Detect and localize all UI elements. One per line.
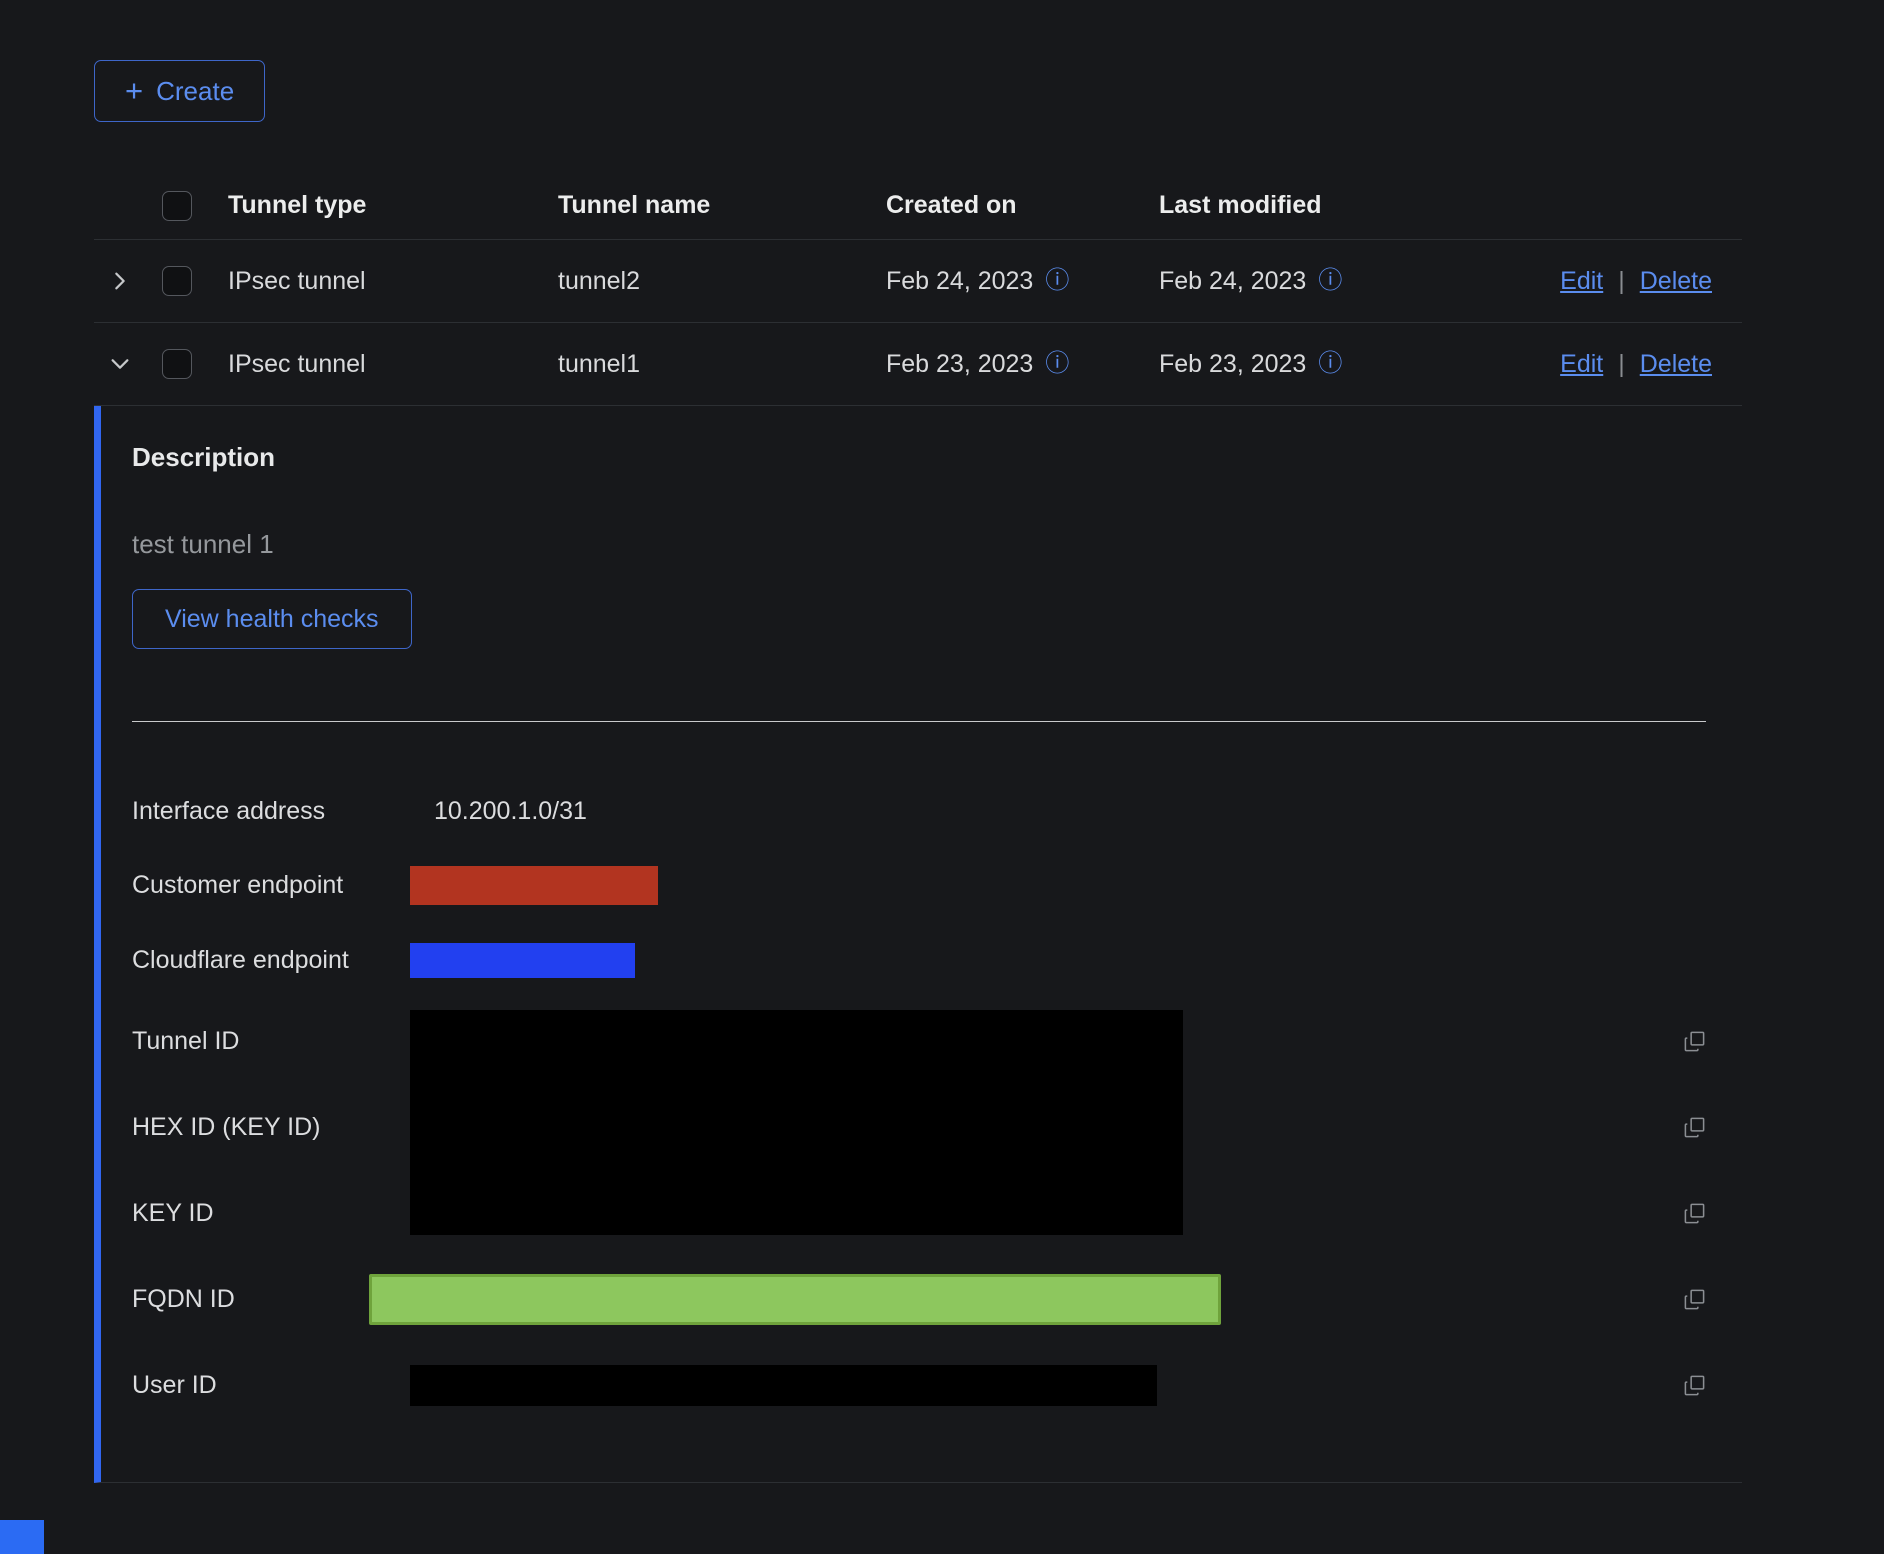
delete-link[interactable]: Delete xyxy=(1640,267,1712,296)
info-icon[interactable]: ⓘ xyxy=(1318,352,1342,376)
field-label: User ID xyxy=(132,1371,410,1400)
tunnel-type-cell: IPsec tunnel xyxy=(208,267,538,296)
create-button-label: Create xyxy=(156,76,234,107)
row-checkbox[interactable] xyxy=(162,349,192,379)
created-on-cell: Feb 24, 2023 xyxy=(886,267,1033,296)
copy-key-id-button[interactable] xyxy=(1683,1202,1706,1225)
collapse-row-button[interactable] xyxy=(109,353,131,375)
tunnel-detail-panel: Description test tunnel 1 View health ch… xyxy=(94,406,1742,1483)
field-label: Customer endpoint xyxy=(132,871,410,900)
field-label: Interface address xyxy=(132,797,410,826)
edit-link[interactable]: Edit xyxy=(1560,350,1603,379)
redacted-cloudflare-endpoint-block xyxy=(410,943,635,978)
row-checkbox[interactable] xyxy=(162,266,192,296)
field-row-cloudflare-endpoint: Cloudflare endpoint xyxy=(132,922,1706,998)
copy-fqdn-id-button[interactable] xyxy=(1683,1288,1706,1311)
description-heading: Description xyxy=(132,442,1706,473)
field-row-fqdn-id: FQDN ID xyxy=(132,1256,1706,1342)
field-row-customer-endpoint: Customer endpoint xyxy=(132,848,1706,922)
tunnel-type-cell: IPsec tunnel xyxy=(208,350,538,379)
redacted-customer-endpoint-block xyxy=(410,866,658,905)
last-modified-cell: Feb 23, 2023 xyxy=(1159,350,1306,379)
copy-icon xyxy=(1683,1030,1706,1053)
actions-separator: | xyxy=(1618,267,1625,296)
copy-user-id-button[interactable] xyxy=(1683,1374,1706,1397)
last-modified-cell: Feb 24, 2023 xyxy=(1159,267,1306,296)
table-row-tunnel2: IPsec tunnel tunnel2 Feb 24, 2023 ⓘ Feb … xyxy=(94,240,1742,323)
copy-hex-id-button[interactable] xyxy=(1683,1116,1706,1139)
copy-icon xyxy=(1683,1374,1706,1397)
tunnel-name-cell: tunnel2 xyxy=(538,267,866,296)
plus-icon: + xyxy=(125,75,143,106)
field-label: Tunnel ID xyxy=(132,998,410,1084)
copy-tunnel-id-button[interactable] xyxy=(1683,1030,1706,1053)
redacted-ids-block xyxy=(410,1010,1183,1235)
copy-icon xyxy=(1683,1116,1706,1139)
field-label: KEY ID xyxy=(132,1170,410,1256)
table-header-row: Tunnel type Tunnel name Created on Last … xyxy=(94,172,1742,240)
chevron-down-icon xyxy=(109,353,131,375)
field-label: HEX ID (KEY ID) xyxy=(132,1084,410,1170)
field-group-ids: Tunnel ID HEX ID (KEY ID) KEY ID xyxy=(132,998,1706,1256)
copy-icon xyxy=(1683,1288,1706,1311)
redacted-user-id-block xyxy=(410,1365,1157,1406)
field-label: Cloudflare endpoint xyxy=(132,946,410,975)
info-icon[interactable]: ⓘ xyxy=(1318,269,1342,293)
field-row-interface-address: Interface address 10.200.1.0/31 xyxy=(132,774,1706,848)
tunnels-table: Tunnel type Tunnel name Created on Last … xyxy=(94,172,1742,406)
field-row-user-id: User ID xyxy=(132,1342,1706,1428)
create-button[interactable]: + Create xyxy=(94,60,265,122)
description-text: test tunnel 1 xyxy=(132,529,1706,559)
created-on-cell: Feb 23, 2023 xyxy=(886,350,1033,379)
chevron-right-icon xyxy=(109,270,131,292)
divider xyxy=(132,721,1706,722)
expand-row-button[interactable] xyxy=(109,270,131,292)
header-tunnel-type: Tunnel type xyxy=(208,191,538,220)
select-all-checkbox[interactable] xyxy=(162,191,192,221)
redacted-fqdn-id-block xyxy=(369,1274,1221,1325)
interface-address-value: 10.200.1.0/31 xyxy=(434,797,587,826)
copy-icon xyxy=(1683,1202,1706,1225)
bottom-left-blue-strip xyxy=(0,1520,44,1554)
header-last-modified: Last modified xyxy=(1139,191,1712,220)
actions-separator: | xyxy=(1618,350,1625,379)
delete-link[interactable]: Delete xyxy=(1640,350,1712,379)
header-created-on: Created on xyxy=(866,191,1139,220)
edit-link[interactable]: Edit xyxy=(1560,267,1603,296)
view-health-checks-button[interactable]: View health checks xyxy=(132,589,412,649)
info-icon[interactable]: ⓘ xyxy=(1045,269,1069,293)
header-tunnel-name: Tunnel name xyxy=(538,191,866,220)
table-row-tunnel1: IPsec tunnel tunnel1 Feb 23, 2023 ⓘ Feb … xyxy=(94,323,1742,406)
tunnel-name-cell: tunnel1 xyxy=(538,350,866,379)
info-icon[interactable]: ⓘ xyxy=(1045,352,1069,376)
